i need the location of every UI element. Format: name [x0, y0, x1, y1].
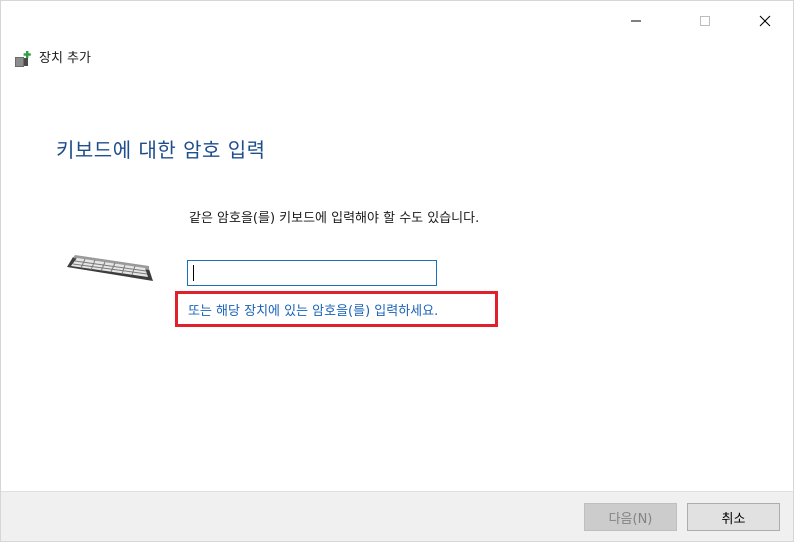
cancel-button[interactable]: 취소: [687, 503, 780, 531]
minimize-icon: [631, 20, 641, 21]
window-title: 장치 추가: [39, 51, 91, 66]
maximize-icon: [700, 15, 710, 26]
pin-input[interactable]: [187, 260, 437, 286]
instruction-text: 같은 암호을(를) 키보드에 입력해야 할 수도 있습니다.: [189, 211, 480, 226]
close-button[interactable]: [742, 2, 788, 39]
keyboard-icon: [67, 255, 153, 281]
minimize-button[interactable]: [613, 2, 659, 39]
page-title: 키보드에 대한 암호 입력: [56, 138, 266, 162]
next-button[interactable]: 다음(N): [584, 503, 677, 531]
window-header: 장치 추가: [13, 48, 91, 70]
add-device-icon: [15, 51, 31, 67]
maximize-button[interactable]: [682, 2, 728, 39]
text-caret: [193, 265, 194, 281]
footer-bar: 다음(N) 취소: [1, 491, 793, 541]
close-icon: [759, 15, 771, 26]
enter-device-pin-link[interactable]: 또는 해당 장치에 있는 암호을(를) 입력하세요.: [188, 300, 438, 319]
add-device-window: 장치 추가 키보드에 대한 암호 입력 같은 암호을(를) 키보드에 입력해야 …: [0, 0, 794, 542]
